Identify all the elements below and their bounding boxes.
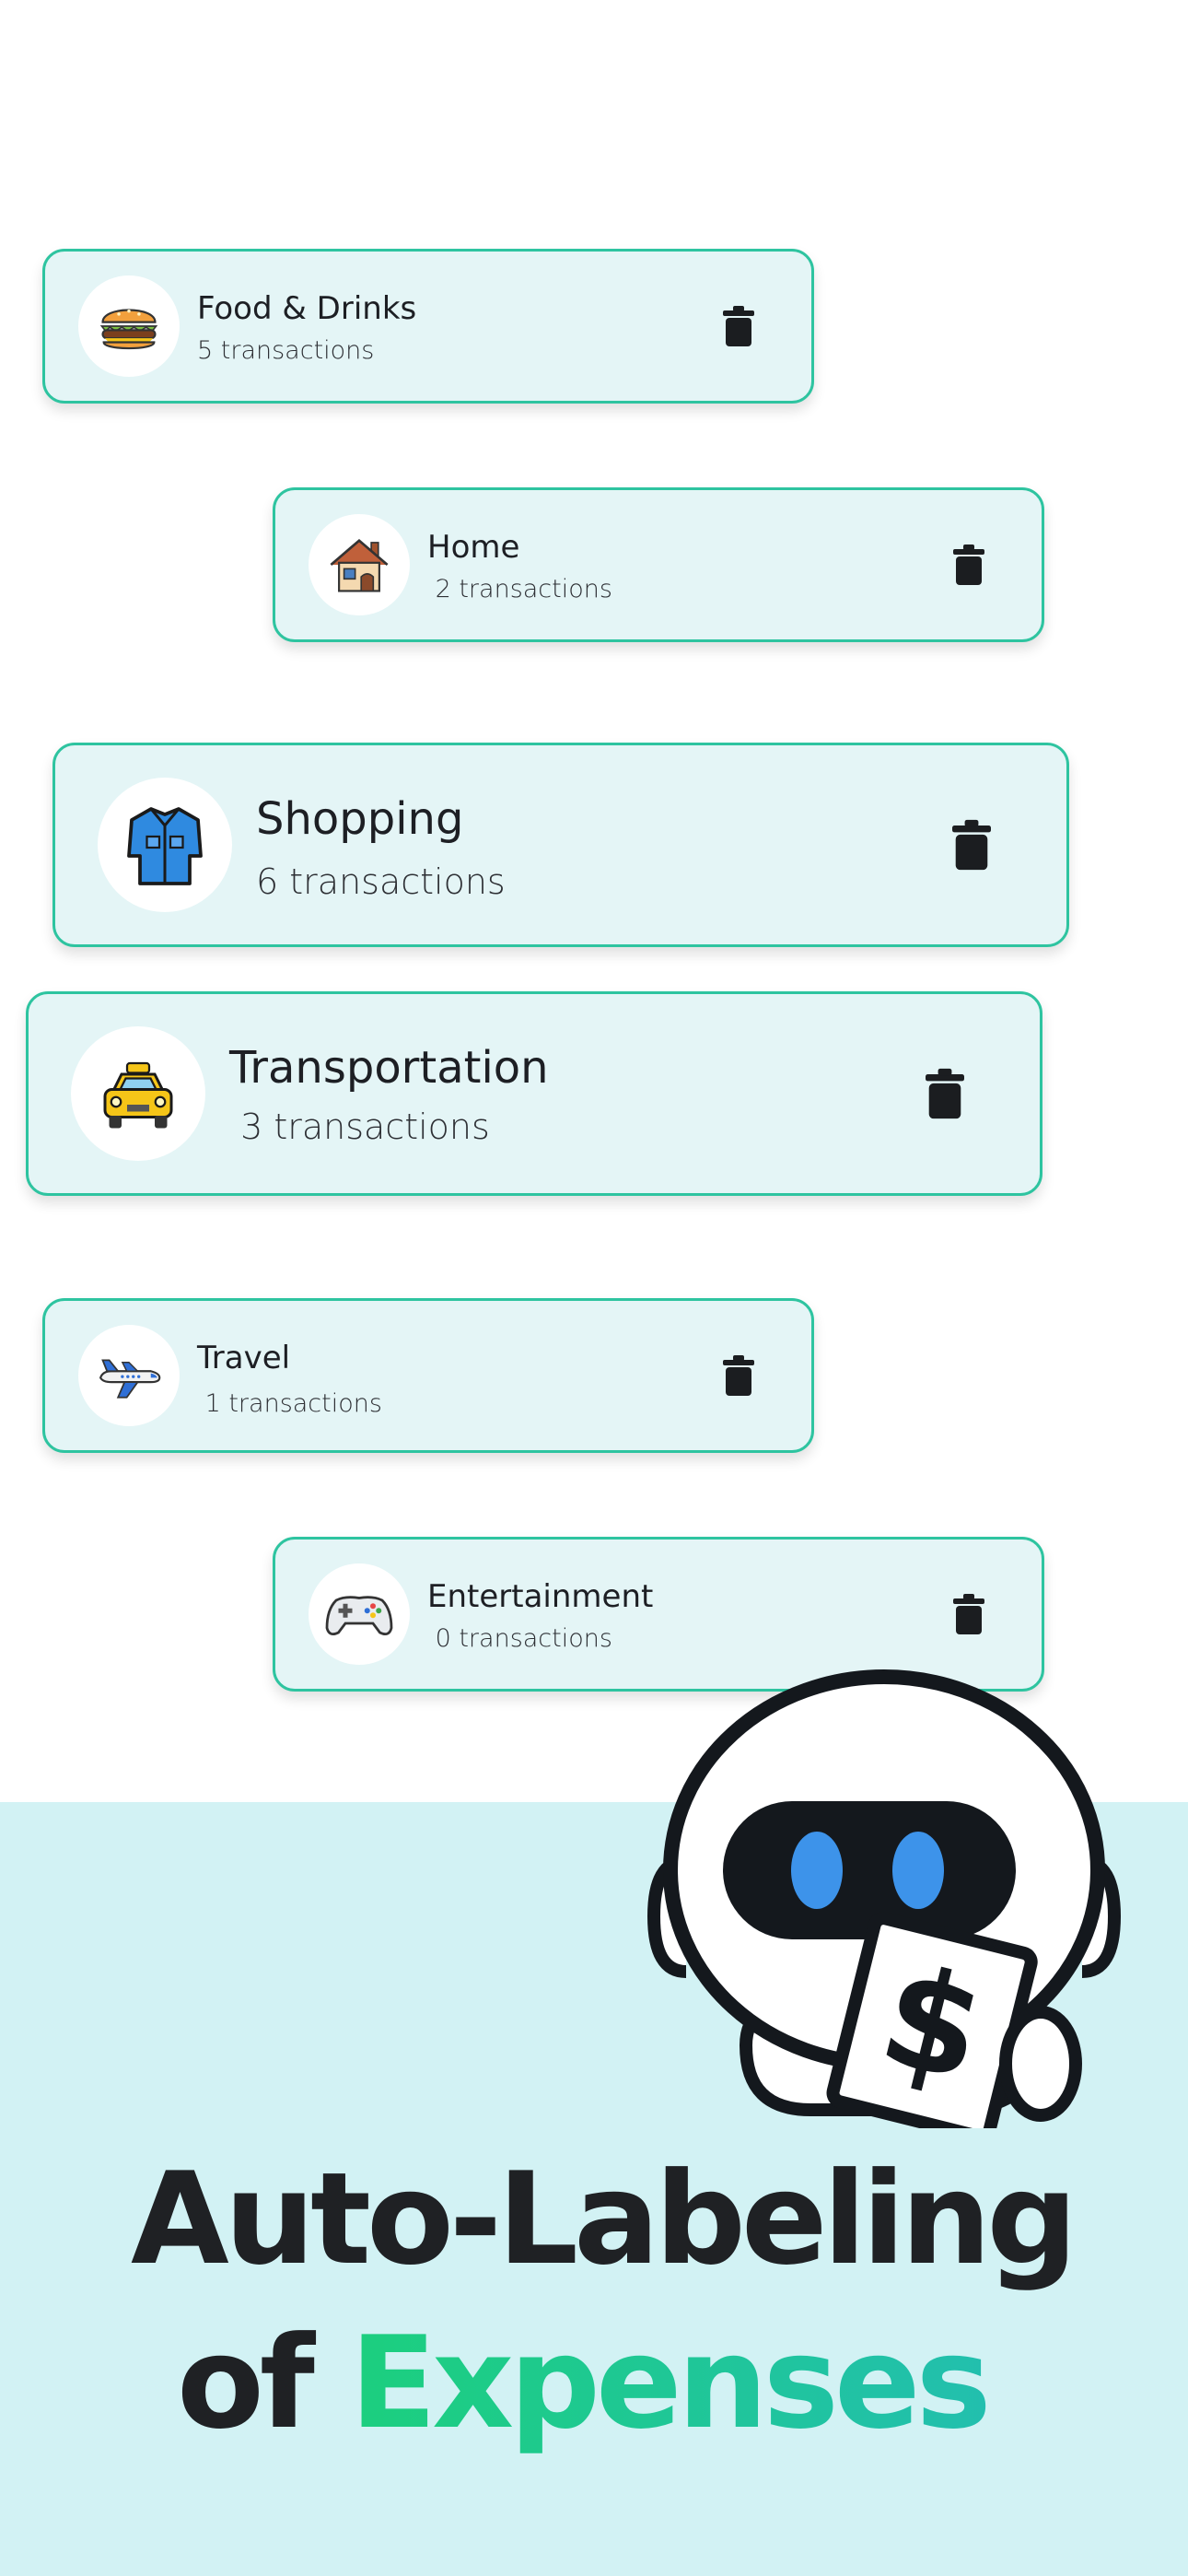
trash-icon[interactable] xyxy=(926,1068,964,1119)
category-card-food-drinks[interactable]: Food & Drinks 5 transactions xyxy=(42,249,814,404)
category-name: Food & Drinks xyxy=(197,290,417,327)
category-name: Transportation xyxy=(229,1042,549,1094)
trash-icon[interactable] xyxy=(952,819,991,871)
headline-line-2: of Expenses xyxy=(0,2309,1188,2457)
category-name: Entertainment xyxy=(427,1578,654,1615)
trash-icon[interactable] xyxy=(953,1594,984,1634)
headline-line-1: Auto-Labeling xyxy=(131,2145,1077,2293)
category-transaction-count: 0 transactions xyxy=(427,1624,612,1653)
category-card-home[interactable]: Home 2 transactions xyxy=(273,487,1044,642)
category-transaction-count: 6 transactions xyxy=(256,861,506,902)
category-transaction-count: 5 transactions xyxy=(197,336,375,365)
category-transaction-count: 2 transactions xyxy=(427,575,612,603)
category-card-travel[interactable]: Travel 1 transactions xyxy=(42,1298,814,1453)
house-icon xyxy=(309,514,410,615)
trash-icon[interactable] xyxy=(953,544,984,585)
gamepad-icon xyxy=(309,1563,410,1665)
category-name: Travel xyxy=(197,1340,291,1376)
category-card-transportation[interactable]: Transportation 3 transactions xyxy=(26,991,1042,1196)
category-transaction-count: 3 transactions xyxy=(229,1107,490,1147)
category-transaction-count: 1 transactions xyxy=(197,1389,382,1418)
trash-icon[interactable] xyxy=(723,306,754,346)
category-name: Shopping xyxy=(256,793,464,845)
trash-icon[interactable] xyxy=(723,1355,754,1396)
category-card-shopping[interactable]: Shopping 6 transactions xyxy=(52,743,1069,947)
robot-mascot-icon: $ xyxy=(645,1649,1124,2144)
shirt-icon xyxy=(98,778,232,912)
burger-icon xyxy=(78,275,180,377)
headline-accent: Expenses xyxy=(349,2309,992,2457)
airplane-icon xyxy=(78,1325,180,1426)
taxi-icon xyxy=(71,1026,205,1161)
headline-prefix: of xyxy=(177,2309,350,2457)
category-name: Home xyxy=(427,529,520,566)
